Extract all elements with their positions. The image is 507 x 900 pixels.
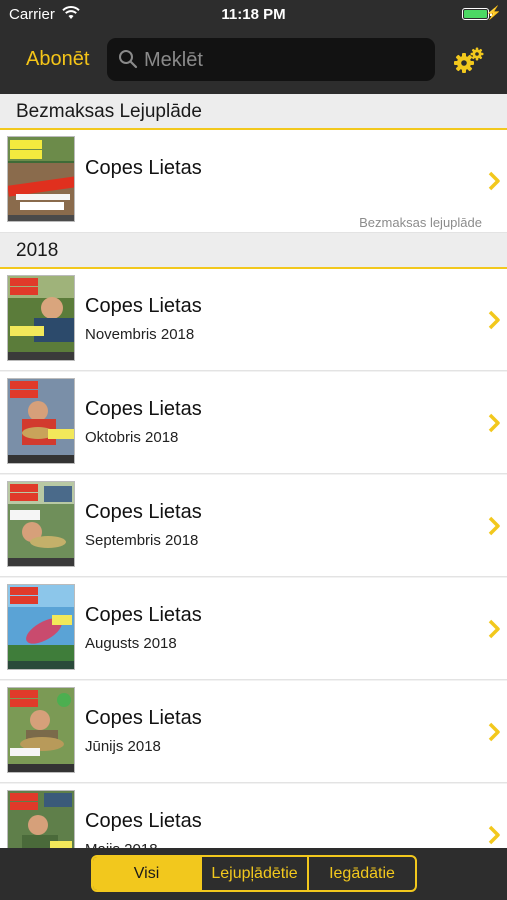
list-item-issue[interactable]: Copes Lietas Augusts 2018 <box>0 578 507 680</box>
search-input[interactable] <box>142 38 426 83</box>
subscribe-button[interactable]: Abonēt <box>26 48 89 71</box>
search-icon <box>119 50 138 69</box>
issue-date: Augusts 2018 <box>85 635 177 652</box>
issue-title: Copes Lietas <box>85 501 202 523</box>
issue-title: Copes Lietas <box>85 810 202 832</box>
list-item-issue[interactable]: Copes Lietas Novembris 2018 <box>0 269 507 371</box>
search-field[interactable] <box>107 38 435 83</box>
magazine-cover <box>7 481 75 567</box>
chevron-right-icon <box>488 825 500 845</box>
issue-title: Copes Lietas <box>85 157 202 179</box>
free-download-note: Bezmaksas lejuplāde <box>359 215 482 230</box>
list-item-issue[interactable]: Copes Lietas Oktobris 2018 <box>0 372 507 474</box>
list-item-free-issue[interactable]: Copes Lietas Bezmaksas lejuplāde <box>0 130 507 233</box>
status-bar: Carrier 11:18 PM ⚡ <box>0 0 507 28</box>
section-header-2018: 2018 <box>0 233 507 269</box>
gear-icon[interactable] <box>453 46 485 74</box>
magazine-cover <box>7 136 75 222</box>
issue-date: Novembris 2018 <box>85 326 195 343</box>
chevron-right-icon <box>488 516 500 536</box>
list-item-issue[interactable]: Copes Lietas Septembris 2018 <box>0 475 507 577</box>
filter-purchased-segment[interactable]: Iegādātie <box>309 857 415 890</box>
magazine-cover <box>7 584 75 670</box>
section-title: 2018 <box>16 240 59 261</box>
section-header-free: Bezmaksas Lejuplāde <box>0 94 507 130</box>
chevron-right-icon <box>488 310 500 330</box>
section-title: Bezmaksas Lejuplāde <box>16 101 202 122</box>
filter-downloaded-segment[interactable]: Lejupļādētie <box>200 857 309 890</box>
magazine-cover <box>7 687 75 773</box>
issue-title: Copes Lietas <box>85 398 202 420</box>
filter-all-segment[interactable]: Visi <box>93 857 200 890</box>
filter-bar: Visi Lejupļādētie Iegādātie <box>0 848 507 900</box>
issue-title: Copes Lietas <box>85 295 202 317</box>
chevron-right-icon <box>488 413 500 433</box>
magazine-cover <box>7 378 75 464</box>
issue-date: Oktobris 2018 <box>85 429 179 446</box>
filter-segmented-control: Visi Lejupļādētie Iegādātie <box>91 855 417 892</box>
chevron-right-icon <box>488 619 500 639</box>
magazine-cover <box>7 275 75 361</box>
list-item-issue[interactable]: Copes Lietas Jūnijs 2018 <box>0 681 507 783</box>
chevron-right-icon <box>488 722 500 742</box>
clock: 11:18 PM <box>221 6 286 23</box>
issue-title: Copes Lietas <box>85 707 202 729</box>
issue-date: Septembris 2018 <box>85 532 199 549</box>
charging-icon: ⚡ <box>485 5 502 20</box>
issue-date: Jūnijs 2018 <box>85 738 161 755</box>
nav-bar: Abonēt <box>0 28 507 94</box>
issue-title: Copes Lietas <box>85 604 202 626</box>
chevron-right-icon <box>488 171 500 191</box>
